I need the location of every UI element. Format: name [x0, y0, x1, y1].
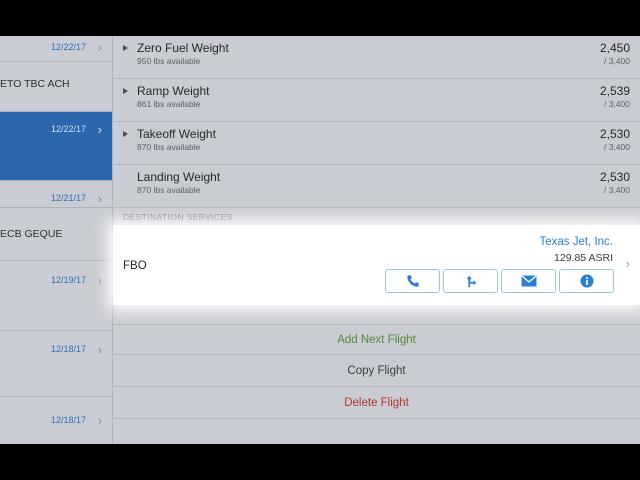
weight-available: 950 lbs available	[137, 56, 201, 66]
weight-value: 2,450	[599, 41, 630, 55]
weight-row-ramp[interactable]: Ramp Weight 861 lbs available 2,539 / 3,…	[113, 79, 640, 122]
weight-name: Zero Fuel Weight	[137, 41, 229, 55]
weight-name: Takeoff Weight	[137, 127, 216, 141]
weight-value: 2,530	[599, 170, 630, 184]
weight-available: 861 lbs available	[137, 99, 201, 109]
email-button[interactable]	[501, 269, 556, 293]
flight-list-item[interactable]: 12/21/17 ›	[0, 181, 112, 208]
chevron-right-icon: ›	[97, 342, 102, 357]
call-button[interactable]	[385, 269, 440, 293]
weight-name: Landing Weight	[137, 170, 221, 184]
fbo-fuel-price: 129.85 ASRI	[554, 252, 613, 264]
chevron-right-icon: ›	[97, 40, 102, 55]
flight-route: ETO TBC ACH	[0, 78, 70, 90]
expand-triangle-icon	[123, 88, 128, 94]
fbo-label: FBO	[123, 260, 147, 272]
chevron-right-icon[interactable]: ›	[626, 256, 630, 271]
fbo-name-link[interactable]: Texas Jet, Inc.	[539, 236, 613, 248]
weight-max: / 3,400	[604, 56, 630, 66]
flight-date: 12/18/17	[50, 415, 86, 425]
section-header-destination-services: DESTINATION SERVICES	[123, 212, 233, 222]
app-screen: 12/22/17 › ETO TBC ACH 12/22/17 › 12/21/…	[0, 36, 640, 444]
flight-list-item[interactable]: 12/22/17 ›	[0, 36, 112, 62]
chevron-right-icon: ›	[97, 191, 102, 206]
info-button[interactable]	[559, 269, 614, 293]
expand-triangle-icon	[123, 45, 128, 51]
flight-date: 12/18/17	[50, 344, 86, 354]
flight-date: 12/22/17	[50, 42, 86, 52]
weight-available: 870 lbs available	[137, 185, 201, 195]
flight-list-item[interactable]: ETO TBC ACH	[0, 62, 112, 112]
flight-list-item-selected[interactable]: 12/22/17 ›	[0, 112, 112, 181]
expand-triangle-icon	[123, 131, 128, 137]
phone-icon	[406, 274, 420, 288]
info-icon	[579, 274, 594, 288]
flight-list-item[interactable]: ECB GEQUE	[0, 208, 112, 261]
video-letterbox-top	[0, 0, 640, 36]
flight-date: 12/22/17	[50, 124, 86, 134]
flight-list: 12/22/17 › ETO TBC ACH 12/22/17 › 12/21/…	[0, 36, 113, 444]
flight-route: ECB GEQUE	[0, 228, 63, 240]
delete-flight-button[interactable]: Delete Flight	[113, 388, 640, 419]
weight-value: 2,530	[599, 127, 630, 141]
weight-row-landing: Landing Weight 870 lbs available 2,530 /…	[113, 165, 640, 208]
flight-date: 12/19/17	[50, 275, 86, 285]
weight-max: / 3,400	[604, 142, 630, 152]
flight-list-item[interactable]: 12/18/17 ›	[0, 397, 112, 444]
mail-icon	[521, 275, 537, 287]
weight-max: / 3,400	[604, 99, 630, 109]
flight-list-item[interactable]: 12/18/17 ›	[0, 331, 112, 397]
weight-name: Ramp Weight	[137, 84, 210, 98]
flight-list-item[interactable]: 12/19/17 ›	[0, 261, 112, 331]
chevron-right-icon: ›	[97, 413, 102, 428]
chevron-right-icon: ›	[97, 273, 102, 288]
fbo-card[interactable]: FBO Texas Jet, Inc. 129.85 ASRI ›	[113, 225, 640, 305]
video-letterbox-bottom	[0, 444, 640, 480]
flight-date: 12/21/17	[50, 193, 86, 203]
weight-available: 870 lbs available	[137, 142, 201, 152]
add-next-flight-button[interactable]: Add Next Flight	[113, 324, 640, 355]
directions-icon	[464, 274, 478, 288]
chevron-right-icon: ›	[97, 122, 102, 137]
weight-row-takeoff[interactable]: Takeoff Weight 870 lbs available 2,530 /…	[113, 122, 640, 165]
copy-flight-button[interactable]: Copy Flight	[113, 356, 640, 387]
weight-max: / 3,400	[604, 185, 630, 195]
directions-button[interactable]	[443, 269, 498, 293]
weight-value: 2,539	[599, 84, 630, 98]
weight-row-zero-fuel[interactable]: Zero Fuel Weight 950 lbs available 2,450…	[113, 36, 640, 79]
